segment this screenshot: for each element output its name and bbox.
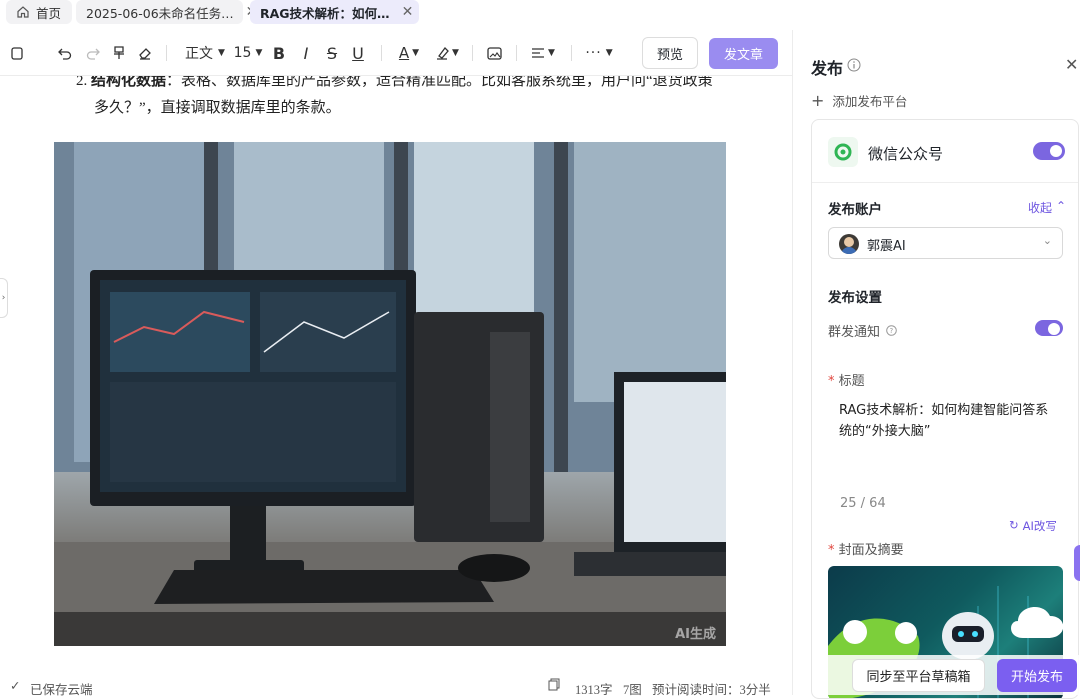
undo-icon[interactable] bbox=[56, 41, 74, 65]
required-mark: * bbox=[828, 374, 835, 389]
divider bbox=[166, 45, 167, 61]
platform-card-wechat: 微信公众号 发布账户 收起 ⌃ 郭震AI ⌄ 发布设置 群发通知 ? * 标题 … bbox=[811, 119, 1079, 699]
format-painter-icon[interactable] bbox=[110, 41, 128, 65]
image-count: 7图 bbox=[623, 683, 642, 697]
paragraph-text: 多久？”，直接调取数据库里的条款。 bbox=[94, 100, 341, 116]
check-icon: ✓ bbox=[10, 678, 21, 693]
font-size-value: 15 bbox=[233, 45, 252, 61]
publish-article-button[interactable]: 发文章 bbox=[709, 38, 778, 69]
tab-label: RAG技术解析：如何… bbox=[260, 5, 390, 21]
title-field-label: * 标题 bbox=[828, 370, 865, 389]
collapse-button[interactable]: 收起 ⌃ bbox=[1028, 199, 1066, 216]
paragraph-text: ：表格、数据库里的产品参数，适合精准匹配。比如客服系统里，用户问“退货政策 bbox=[166, 76, 713, 89]
tab-bar: 首页 2025-06-06未命名任务… ✕ RAG技术解析：如何… ✕ bbox=[0, 0, 1080, 30]
avatar bbox=[839, 234, 859, 254]
platform-name: 微信公众号 bbox=[868, 145, 944, 163]
panel-toggle-icon[interactable] bbox=[8, 41, 26, 65]
account-name: 郭震AI bbox=[867, 239, 906, 254]
group-notify-label: 群发通知 bbox=[828, 325, 881, 340]
align-icon[interactable]: ▼ bbox=[528, 41, 558, 65]
ai-rewrite-button[interactable]: ↻ AI改写 bbox=[1009, 518, 1057, 534]
tab-label: 首页 bbox=[36, 5, 62, 21]
title-label: 标题 bbox=[838, 374, 865, 389]
caret-down-icon: ▼ bbox=[255, 48, 263, 58]
group-notify-row: 群发通知 ? bbox=[828, 321, 897, 340]
article-image[interactable]: AI生成 bbox=[54, 142, 726, 646]
publish-panel: 发布 ✕ + 添加发布平台 微信公众号 发布账户 收起 ⌃ 郭震AI ⌄ 发布设… bbox=[792, 30, 1080, 699]
read-time: 预计阅读时间：3分半 bbox=[652, 683, 771, 697]
settings-section-label: 发布设置 bbox=[828, 290, 882, 306]
word-count: 1313字 bbox=[575, 683, 613, 697]
account-section-label: 发布账户 bbox=[828, 202, 882, 218]
ai-generated-watermark: AI生成 bbox=[675, 627, 716, 642]
group-notify-toggle[interactable] bbox=[1035, 320, 1063, 336]
tab-home[interactable]: 首页 bbox=[6, 0, 72, 24]
divider bbox=[516, 45, 517, 61]
paragraph-style-value: 正文 bbox=[185, 46, 214, 62]
divider bbox=[472, 45, 473, 61]
floating-assistant-handle[interactable] bbox=[1074, 545, 1080, 581]
account-select[interactable]: 郭震AI ⌄ bbox=[828, 227, 1063, 259]
add-platform-label: 添加发布平台 bbox=[832, 94, 908, 109]
title-char-count: 25 / 64 bbox=[840, 496, 886, 511]
platform-enabled-toggle[interactable] bbox=[1033, 142, 1065, 160]
title-input[interactable]: RAG技术解析：如何构建智能问答系统的“外接大脑” bbox=[839, 400, 1059, 442]
start-publish-button[interactable]: 开始发布 bbox=[997, 659, 1077, 692]
strikethrough-icon[interactable]: S bbox=[324, 41, 340, 65]
chevron-down-icon: ⌄ bbox=[1042, 234, 1052, 247]
bold-term: 结构化数据 bbox=[91, 76, 167, 89]
status-footer: ✓ 已保存云端 1313字 7图 预计阅读时间：3分半 bbox=[0, 676, 792, 697]
tab-label: 2025-06-06未命名任务… bbox=[86, 5, 234, 21]
editor-content[interactable]: 2. 结构化数据：表格、数据库里的产品参数，适合精准匹配。比如客服系统里，用户问… bbox=[0, 76, 790, 676]
copy-icon[interactable] bbox=[548, 678, 560, 694]
save-status: 已保存云端 bbox=[30, 683, 93, 697]
redo-icon[interactable] bbox=[84, 41, 102, 65]
editor-toolbar: 正文 ▼ 15 ▼ B I S U A ▼ ▼ ▼ ··· ▼ 预览 发文章 bbox=[0, 30, 792, 76]
ai-rewrite-label: AI改写 bbox=[1022, 519, 1057, 533]
chevron-up-icon: ⌃ bbox=[1056, 199, 1067, 213]
tab-untitled-task[interactable]: 2025-06-06未命名任务… ✕ bbox=[76, 0, 257, 24]
computer-workstation-illustration bbox=[54, 142, 726, 646]
more-icon[interactable]: ··· ▼ bbox=[584, 41, 614, 65]
divider bbox=[812, 182, 1078, 183]
refresh-icon: ↻ bbox=[1009, 518, 1019, 532]
highlight-icon[interactable]: ▼ bbox=[433, 41, 461, 65]
list-item-structured-data: 2. 结构化数据：表格、数据库里的产品参数，适合精准匹配。比如客服系统里，用户问… bbox=[76, 76, 736, 122]
home-icon bbox=[17, 6, 29, 18]
svg-text:?: ? bbox=[890, 327, 894, 335]
cover-label: 封面及摘要 bbox=[838, 543, 904, 558]
preview-button[interactable]: 预览 bbox=[642, 37, 698, 69]
cover-field-label: * 封面及摘要 bbox=[828, 539, 904, 558]
sidebar-expand-handle[interactable]: › bbox=[0, 278, 8, 318]
help-icon[interactable]: ? bbox=[886, 325, 897, 336]
required-mark: * bbox=[828, 543, 835, 558]
collapse-label: 收起 bbox=[1028, 201, 1053, 215]
divider bbox=[381, 45, 382, 61]
add-platform-button[interactable]: + 添加发布平台 bbox=[811, 91, 907, 110]
wechat-official-icon bbox=[828, 137, 858, 167]
close-icon[interactable]: ✕ bbox=[402, 4, 414, 20]
plus-icon: + bbox=[811, 91, 825, 110]
close-panel-icon[interactable]: ✕ bbox=[1065, 55, 1078, 74]
underline-icon[interactable]: U bbox=[350, 41, 366, 65]
panel-title: 发布 bbox=[811, 59, 844, 78]
tab-rag-article[interactable]: RAG技术解析：如何… ✕ bbox=[250, 0, 419, 24]
eraser-icon[interactable] bbox=[136, 41, 154, 65]
list-number: 2. bbox=[76, 76, 88, 89]
italic-icon[interactable]: I bbox=[298, 41, 314, 65]
image-icon[interactable] bbox=[485, 41, 503, 65]
paragraph-style-select[interactable]: 正文 ▼ bbox=[182, 41, 228, 65]
info-icon[interactable] bbox=[847, 57, 861, 76]
sync-draft-button[interactable]: 同步至平台草稿箱 bbox=[852, 659, 985, 692]
font-color-icon[interactable]: A ▼ bbox=[396, 41, 422, 65]
font-size-select[interactable]: 15 ▼ bbox=[233, 41, 263, 65]
caret-down-icon: ▼ bbox=[218, 48, 225, 58]
bold-icon[interactable]: B bbox=[271, 41, 287, 65]
divider bbox=[571, 45, 572, 61]
